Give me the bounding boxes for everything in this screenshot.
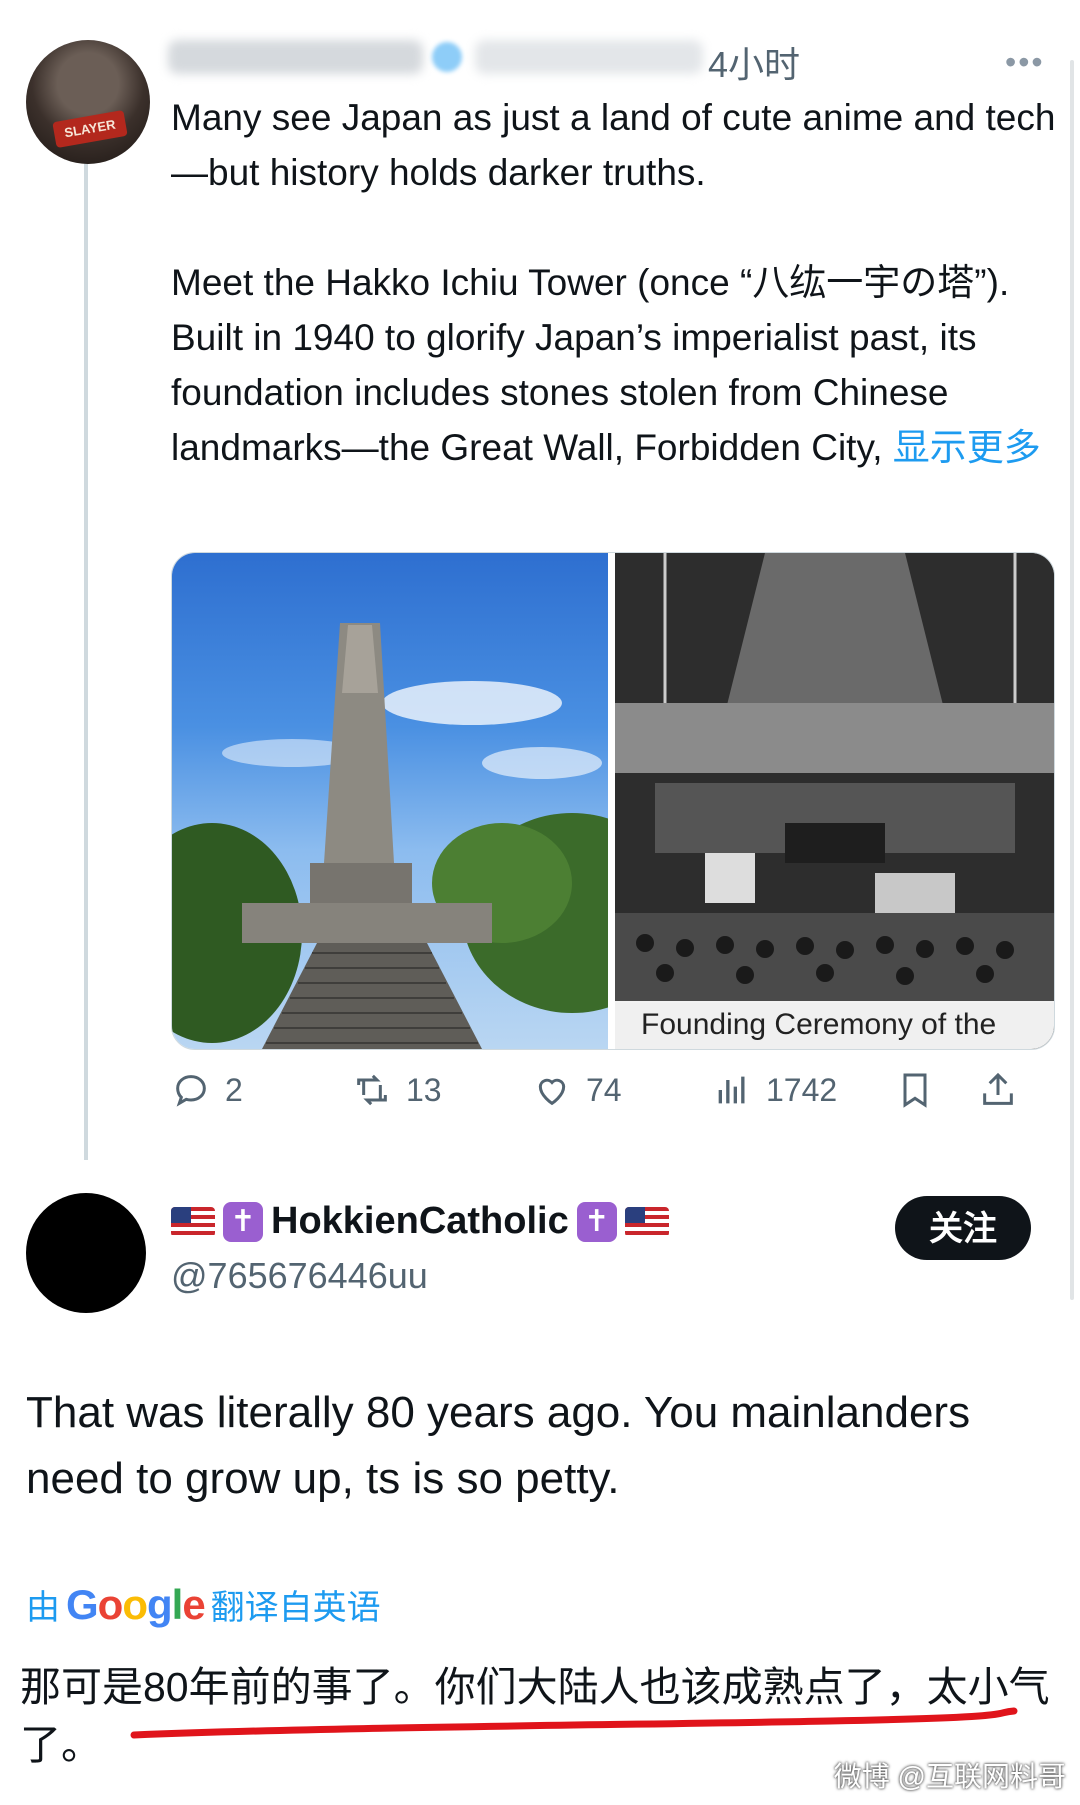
tower-photo-illustration (172, 623, 682, 1049)
more-options-icon[interactable]: ••• (1005, 44, 1045, 81)
share-action[interactable] (978, 1070, 1018, 1110)
weibo-watermark: 微博 @互联网料哥 (833, 1761, 1066, 1792)
red-underline-annotation (130, 1707, 1018, 1739)
repost-action[interactable]: 13 (352, 1070, 442, 1110)
show-more-link[interactable]: 显示更多 (893, 427, 1041, 468)
us-flag-icon (171, 1206, 215, 1237)
reply-icon (176, 1075, 206, 1107)
thread-connector-line (84, 150, 88, 1160)
views-count: 1742 (766, 1071, 838, 1108)
views-action[interactable]: 1742 (712, 1070, 837, 1110)
share-icon (983, 1072, 1013, 1105)
tweet-paragraph-2: Meet the Hakko Ichiu Tower (once “八纮一宇の塔… (171, 255, 1066, 475)
tower-photo[interactable] (172, 553, 682, 1049)
avatar-shirt-logo: SLAYER (52, 109, 128, 149)
like-action[interactable]: 74 (532, 1070, 622, 1110)
translated-suffix: 翻译自英语 (210, 1589, 381, 1627)
image-caption: Founding Ceremony of the (615, 1001, 1054, 1049)
translation-attribution[interactable]: 由 Google 翻译自英语 (26, 1580, 381, 1629)
author-avatar[interactable]: SLAYER (26, 40, 150, 164)
views-bar-chart-icon (718, 1076, 745, 1104)
tweet-paragraph-1: Many see Japan as just a land of cute an… (171, 97, 1056, 193)
google-logo: Google (66, 1580, 206, 1628)
tweet-action-bar: 2 13 74 1742 (0, 1070, 1080, 1120)
reply-author-avatar[interactable] (26, 1193, 146, 1313)
media-gallery[interactable]: Founding Ceremony of the (171, 552, 1055, 1050)
latin-cross-icon: ✝ (576, 1201, 617, 1242)
translated-prefix: 由 (26, 1589, 60, 1627)
reply-author-name-text: HokkienCatholic (271, 1200, 569, 1242)
author-name-blurred[interactable] (168, 40, 423, 74)
reply-text: That was literally 80 years ago. You mai… (26, 1388, 971, 1503)
tweet-paragraph-2-text: Meet the Hakko Ichiu Tower (once “八纮一宇の塔… (171, 262, 1010, 468)
post-time[interactable]: 4小时 (708, 36, 800, 88)
reply-author-handle[interactable]: @765676446uu (171, 1255, 428, 1297)
reply-count: 2 (225, 1071, 243, 1108)
verified-badge-icon (432, 42, 462, 72)
us-flag-icon (624, 1206, 669, 1237)
follow-button[interactable]: 关注 (895, 1196, 1031, 1260)
like-count: 74 (586, 1071, 622, 1108)
repost-count: 13 (406, 1071, 442, 1108)
reply-action[interactable]: 2 (171, 1070, 243, 1110)
bookmark-icon (903, 1073, 927, 1108)
repost-icon (357, 1074, 387, 1106)
bookmark-action[interactable] (895, 1070, 935, 1110)
latin-cross-icon: ✝ (223, 1201, 263, 1242)
author-handle-blurred[interactable] (475, 40, 703, 74)
ceremony-photo-illustration (615, 553, 1054, 1049)
heart-icon (538, 1078, 566, 1106)
reply-author-display-name[interactable]: ✝ HokkienCatholic ✝ (171, 1200, 669, 1243)
ceremony-photo[interactable]: Founding Ceremony of the (615, 553, 1054, 1049)
tweet-text: Many see Japan as just a land of cute an… (171, 90, 1066, 530)
